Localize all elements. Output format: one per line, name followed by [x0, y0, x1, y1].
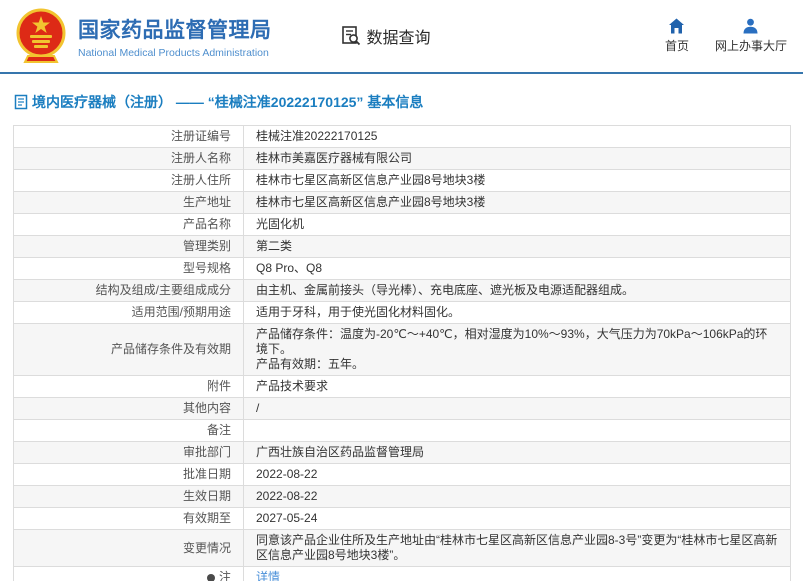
- table-row: 变更情况同意该产品企业住所及生产地址由“桂林市七星区高新区信息产业园8-3号”变…: [14, 530, 791, 567]
- table-row: 批准日期2022-08-22: [14, 464, 791, 486]
- field-label: 产品储存条件及有效期: [14, 324, 244, 376]
- table-row: 产品名称光固化机: [14, 214, 791, 236]
- info-table: 注册证编号桂械注准20222170125注册人名称桂林市美嘉医疗器械有限公司注册…: [13, 125, 791, 581]
- field-value: Q8 Pro、Q8: [244, 258, 791, 280]
- table-row: 注册证编号桂械注准20222170125: [14, 126, 791, 148]
- field-value: 由主机、金属前接头（导光棒）、充电底座、遮光板及电源适配器组成。: [244, 280, 791, 302]
- field-value: 产品技术要求: [244, 376, 791, 398]
- field-value: 光固化机: [244, 214, 791, 236]
- field-label: 其他内容: [14, 398, 244, 420]
- brand: 国家药品监督管理局 National Medical Products Admi…: [14, 7, 272, 65]
- field-value: 产品储存条件：温度为-20℃～+40℃，相对湿度为10%～93%，大气压力为70…: [244, 324, 791, 376]
- table-row: 生效日期2022-08-22: [14, 486, 791, 508]
- field-label: 注册证编号: [14, 126, 244, 148]
- field-label: 注册人名称: [14, 148, 244, 170]
- data-query-icon: [340, 25, 362, 47]
- nav-service-hall-label: 网上办事大厅: [715, 37, 787, 54]
- home-icon: [668, 18, 685, 34]
- field-label: 附件: [14, 376, 244, 398]
- field-value: 桂械注准20222170125: [244, 126, 791, 148]
- site-subtitle: National Medical Products Administration: [78, 47, 272, 59]
- table-row: 备注: [14, 420, 791, 442]
- field-label: 生产地址: [14, 192, 244, 214]
- top-nav: 首页 网上办事大厅: [665, 18, 787, 54]
- table-row: 有效期至2027-05-24: [14, 508, 791, 530]
- table-row: 审批部门广西壮族自治区药品监督管理局: [14, 442, 791, 464]
- field-value: 2022-08-22: [244, 486, 791, 508]
- detail-link[interactable]: 详情: [256, 570, 280, 581]
- field-label: 产品名称: [14, 214, 244, 236]
- field-label: 变更情况: [14, 530, 244, 567]
- national-emblem-logo: [14, 7, 68, 65]
- field-value: 桂林市七星区高新区信息产业园8号地块3楼: [244, 192, 791, 214]
- table-row: 其他内容/: [14, 398, 791, 420]
- table-row: 注 详情: [14, 567, 791, 581]
- data-query-label: 数据查询: [367, 24, 431, 48]
- table-row: 生产地址桂林市七星区高新区信息产业园8号地块3楼: [14, 192, 791, 214]
- table-row: 附件产品技术要求: [14, 376, 791, 398]
- site-title: 国家药品监督管理局: [78, 14, 272, 44]
- field-label: 审批部门: [14, 442, 244, 464]
- table-row: 管理类别第二类: [14, 236, 791, 258]
- page: 国家药品监督管理局 National Medical Products Admi…: [0, 0, 803, 581]
- field-label: 适用范围/预期用途: [14, 302, 244, 324]
- field-label: 批准日期: [14, 464, 244, 486]
- field-label: 生效日期: [14, 486, 244, 508]
- table-row: 产品储存条件及有效期产品储存条件：温度为-20℃～+40℃，相对湿度为10%～9…: [14, 324, 791, 376]
- field-value: 同意该产品企业住所及生产地址由“桂林市七星区高新区信息产业园8-3号”变更为“桂…: [244, 530, 791, 567]
- field-label: 型号规格: [14, 258, 244, 280]
- table-row: 注册人住所桂林市七星区高新区信息产业园8号地块3楼: [14, 170, 791, 192]
- brand-text: 国家药品监督管理局 National Medical Products Admi…: [78, 14, 272, 59]
- bulb-icon: [207, 574, 215, 581]
- page-title-text: 境内医疗器械（注册） —— “桂械注准20222170125” 基本信息: [32, 92, 423, 112]
- page-title: 境内医疗器械（注册） —— “桂械注准20222170125” 基本信息: [14, 92, 803, 112]
- table-row: 注册人名称桂林市美嘉医疗器械有限公司: [14, 148, 791, 170]
- person-icon: [742, 18, 759, 34]
- field-value: 2027-05-24: [244, 508, 791, 530]
- field-value: 第二类: [244, 236, 791, 258]
- field-label: 备注: [14, 420, 244, 442]
- table-row: 适用范围/预期用途适用于牙科，用于使光固化材料固化。: [14, 302, 791, 324]
- field-label: 结构及组成/主要组成成分: [14, 280, 244, 302]
- document-icon: [14, 94, 28, 110]
- field-value: 桂林市七星区高新区信息产业园8号地块3楼: [244, 170, 791, 192]
- field-value: /: [244, 398, 791, 420]
- table-row: 结构及组成/主要组成成分由主机、金属前接头（导光棒）、充电底座、遮光板及电源适配…: [14, 280, 791, 302]
- field-label: 注册人住所: [14, 170, 244, 192]
- site-header: 国家药品监督管理局 National Medical Products Admi…: [0, 0, 803, 74]
- field-label: 有效期至: [14, 508, 244, 530]
- field-value: 适用于牙科，用于使光固化材料固化。: [244, 302, 791, 324]
- data-query-tab[interactable]: 数据查询: [340, 24, 431, 48]
- field-value: 2022-08-22: [244, 464, 791, 486]
- field-label: 管理类别: [14, 236, 244, 258]
- field-value: 详情: [244, 567, 791, 581]
- field-value: 广西壮族自治区药品监督管理局: [244, 442, 791, 464]
- table-row: 型号规格Q8 Pro、Q8: [14, 258, 791, 280]
- nav-home-label: 首页: [665, 37, 689, 54]
- field-value: [244, 420, 791, 442]
- field-label: 注: [14, 567, 244, 581]
- field-value: 桂林市美嘉医疗器械有限公司: [244, 148, 791, 170]
- nav-home[interactable]: 首页: [665, 18, 689, 54]
- nav-service-hall[interactable]: 网上办事大厅: [715, 18, 787, 54]
